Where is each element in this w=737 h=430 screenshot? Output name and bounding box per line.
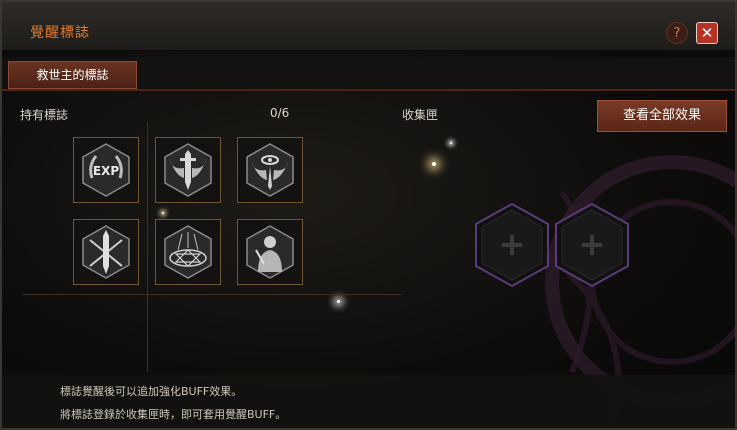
emblem-slot[interactable]: [155, 137, 221, 203]
emblem-window: 覺醒標誌 ? ✕ 救世主的標誌 持有標誌 0/6 收集匣 查看全部效果 EXP: [0, 0, 737, 430]
crossed-arrows-sword-icon: [82, 225, 130, 279]
winged-sword-icon: [164, 143, 212, 197]
exp-laurel-icon: EXP: [82, 143, 130, 197]
collection-slot[interactable]: [473, 202, 551, 288]
tab-bar: 救世主的標誌: [2, 57, 735, 91]
sparkle: [337, 300, 340, 303]
info-panel: 標誌覺醒後可以追加強化BUFF效果。 將標誌登錄於收集匣時，即可套用覺醒BUFF…: [2, 375, 735, 428]
winged-eye-icon: [246, 143, 294, 197]
sparkle: [162, 212, 164, 214]
magic-circle-icon: [164, 225, 212, 279]
grid-line: [22, 294, 402, 295]
grid-line: [147, 122, 148, 372]
emblem-slot[interactable]: [237, 219, 303, 285]
emblem-slot[interactable]: EXP: [73, 137, 139, 203]
collection-label: 收集匣: [402, 108, 439, 122]
sparkle: [432, 162, 436, 166]
sparkle: [450, 142, 452, 144]
emblem-slot[interactable]: [237, 137, 303, 203]
tab-savior-emblem[interactable]: 救世主的標誌: [8, 61, 137, 89]
info-line: 標誌覺醒後可以追加強化BUFF效果。: [60, 385, 243, 398]
title-bar: 覺醒標誌 ? ✕: [2, 2, 735, 51]
warrior-portrait-icon: [246, 225, 294, 279]
close-icon: ✕: [700, 24, 714, 42]
help-button[interactable]: ?: [666, 22, 688, 44]
holding-count: 0/6: [270, 106, 290, 120]
holding-label: 持有標誌: [20, 108, 69, 122]
emblem-slot[interactable]: [73, 219, 139, 285]
view-all-effects-button[interactable]: 查看全部效果: [597, 100, 727, 132]
close-button[interactable]: ✕: [696, 22, 718, 44]
svg-text:EXP: EXP: [93, 164, 119, 178]
window-title: 覺醒標誌: [30, 25, 90, 41]
info-line: 將標誌登錄於收集匣時，即可套用覺醒BUFF。: [60, 408, 287, 421]
emblem-slot[interactable]: [155, 219, 221, 285]
collection-slot[interactable]: [553, 202, 631, 288]
